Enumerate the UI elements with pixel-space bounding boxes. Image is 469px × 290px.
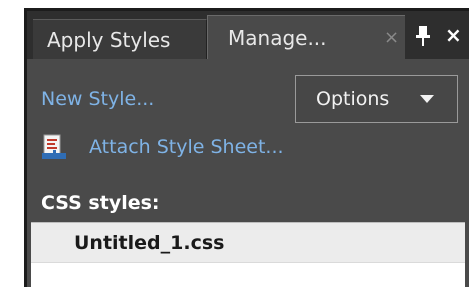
close-icon[interactable]: × [445, 23, 462, 47]
list-item[interactable]: Untitled_1.css [31, 223, 465, 263]
css-styles-heading: CSS styles: [41, 192, 160, 214]
tab-strip: Apply Styles Manage... × × [27, 11, 469, 59]
manage-styles-panel: Apply Styles Manage... × × New Style... … [24, 8, 469, 290]
pin-icon[interactable] [415, 25, 431, 47]
list-item-label: Untitled_1.css [74, 232, 225, 254]
css-styles-list: Untitled_1.css [31, 222, 465, 290]
attach-stylesheet-icon[interactable] [41, 133, 67, 161]
options-button[interactable]: Options [295, 75, 458, 123]
tab-close-icon[interactable]: × [384, 16, 399, 60]
window-frame: Apply Styles Manage... × × New Style... … [0, 0, 469, 290]
tab-manage-styles-label: Manage... [228, 26, 327, 50]
new-style-link[interactable]: New Style... [41, 87, 154, 111]
caret-down-icon [420, 95, 434, 103]
attach-style-sheet-link[interactable]: Attach Style Sheet... [89, 135, 284, 159]
tab-apply-styles-label: Apply Styles [47, 28, 171, 52]
options-button-label: Options [316, 88, 390, 110]
tab-apply-styles[interactable]: Apply Styles [33, 19, 207, 59]
tab-manage-styles[interactable]: Manage... × [207, 15, 405, 59]
